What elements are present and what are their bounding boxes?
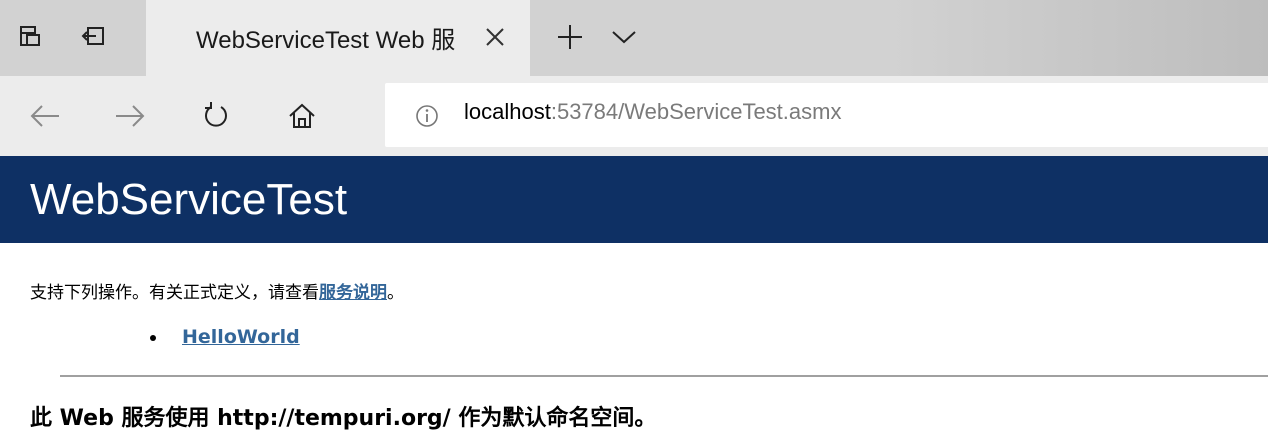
back-button[interactable] bbox=[25, 96, 65, 136]
divider bbox=[60, 375, 1268, 377]
close-icon[interactable] bbox=[480, 20, 510, 54]
browser-toolbar: localhost:53784/WebServiceTest.asmx bbox=[0, 76, 1268, 156]
bullet-icon bbox=[150, 335, 156, 341]
info-icon[interactable] bbox=[415, 104, 439, 128]
intro-paragraph: 支持下列操作。有关正式定义，请查看服务说明。 bbox=[30, 278, 404, 303]
arrow-right-icon bbox=[116, 105, 145, 127]
page-title: WebServiceTest bbox=[30, 175, 348, 224]
url-text[interactable]: localhost:53784/WebServiceTest.asmx bbox=[464, 99, 841, 125]
service-description-link[interactable]: 服务说明 bbox=[319, 283, 387, 303]
url-path: :53784/WebServiceTest.asmx bbox=[550, 99, 842, 124]
url-host: localhost bbox=[464, 99, 551, 124]
namespace-heading: 此 Web 服务使用 http://tempuri.org/ 作为默认命名空间。 bbox=[30, 406, 657, 431]
new-tab-button[interactable] bbox=[550, 17, 590, 57]
tab-strip: WebServiceTest Web 服 bbox=[0, 0, 1268, 76]
refresh-icon bbox=[205, 102, 227, 127]
forward-button[interactable] bbox=[110, 96, 150, 136]
address-bar[interactable]: localhost:53784/WebServiceTest.asmx bbox=[385, 83, 1268, 147]
arrow-left-icon bbox=[30, 105, 59, 127]
page-banner: WebServiceTest bbox=[0, 156, 1268, 243]
tabs-restore-icon[interactable] bbox=[76, 18, 112, 54]
tab-list-button[interactable] bbox=[606, 17, 642, 57]
intro-text: 支持下列操作。有关正式定义，请查看 bbox=[30, 283, 319, 303]
operations-list: HelloWorld bbox=[150, 326, 300, 348]
list-item: HelloWorld bbox=[150, 326, 300, 348]
tabs-aside-icon[interactable] bbox=[12, 18, 48, 54]
home-button[interactable] bbox=[282, 96, 322, 136]
tab-title: WebServiceTest Web 服 bbox=[196, 27, 456, 54]
intro-end: 。 bbox=[387, 283, 404, 303]
operation-link-helloworld[interactable]: HelloWorld bbox=[182, 326, 300, 348]
active-tab[interactable]: WebServiceTest Web 服 bbox=[146, 0, 530, 76]
home-icon bbox=[289, 103, 315, 128]
chevron-down-icon bbox=[612, 31, 636, 44]
plus-icon bbox=[558, 25, 582, 49]
refresh-button[interactable] bbox=[196, 96, 236, 136]
